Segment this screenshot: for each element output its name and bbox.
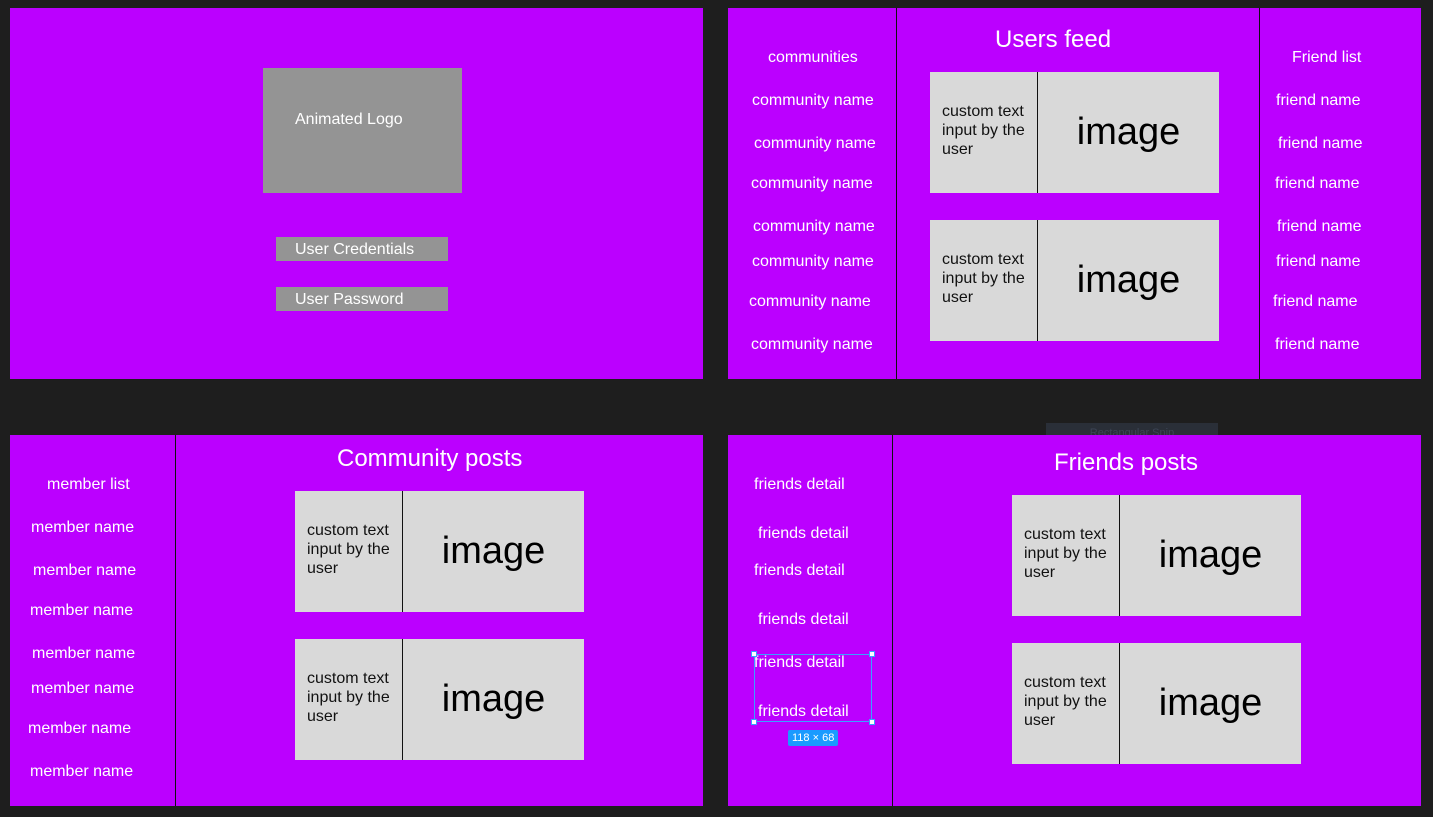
- resize-handle-top-right[interactable]: [869, 651, 875, 657]
- community-posts-frame: member list member name member name memb…: [10, 435, 703, 806]
- member-item[interactable]: member name: [31, 519, 134, 537]
- friends-post[interactable]: custom text input by the user image: [1012, 495, 1301, 616]
- friends-posts-frame: friends detail friends detail friends de…: [728, 435, 1421, 806]
- post-text: custom text input by the user: [942, 103, 1025, 158]
- community-posts-title: Community posts: [337, 445, 523, 472]
- user-credentials-label: User Credentials: [295, 241, 415, 258]
- post-text: custom text input by the user: [942, 251, 1025, 306]
- post-text: custom text input by the user: [307, 522, 390, 577]
- post-image: image: [1076, 111, 1181, 153]
- friend-item[interactable]: friend name: [1275, 336, 1360, 354]
- community-item[interactable]: community name: [749, 293, 871, 311]
- member-item[interactable]: member name: [30, 763, 133, 781]
- users-feed-frame: communities community name community nam…: [728, 8, 1421, 379]
- details-divider: [892, 435, 893, 806]
- user-credentials-field[interactable]: User Credentials: [276, 237, 448, 261]
- member-item[interactable]: member name: [28, 720, 131, 738]
- friends-posts-title: Friends posts: [1054, 449, 1199, 476]
- login-frame: Animated Logo User Credentials User Pass…: [10, 8, 703, 379]
- member-divider: [175, 435, 176, 806]
- community-item[interactable]: community name: [751, 336, 873, 354]
- friends-detail-item[interactable]: friends detail: [754, 562, 845, 580]
- friends-detail-item[interactable]: friends detail: [758, 525, 849, 543]
- feed-post[interactable]: custom text input by the user image: [930, 220, 1219, 341]
- member-item[interactable]: member name: [30, 602, 133, 620]
- resize-handle-bottom-right[interactable]: [869, 719, 875, 725]
- friends-detail-item[interactable]: friends detail: [758, 611, 849, 629]
- friend-item[interactable]: friend name: [1278, 135, 1363, 153]
- selection-size-badge: 118 × 68: [788, 730, 839, 746]
- selection-box[interactable]: [754, 654, 872, 722]
- community-post[interactable]: custom text input by the user image: [295, 491, 584, 612]
- post-image: image: [1076, 259, 1181, 301]
- community-item[interactable]: community name: [751, 175, 873, 193]
- user-password-field[interactable]: User Password: [276, 287, 448, 311]
- right-divider: [1259, 8, 1260, 379]
- post-image: image: [1158, 534, 1263, 576]
- users-feed-title: Users feed: [995, 26, 1112, 53]
- member-item[interactable]: member name: [32, 645, 135, 663]
- friends-post[interactable]: custom text input by the user image: [1012, 643, 1301, 764]
- user-password-label: User Password: [295, 291, 404, 308]
- community-item[interactable]: community name: [752, 253, 874, 271]
- feed-post[interactable]: custom text input by the user image: [930, 72, 1219, 193]
- member-item[interactable]: member name: [31, 680, 134, 698]
- community-post[interactable]: custom text input by the user image: [295, 639, 584, 760]
- post-image: image: [441, 530, 546, 572]
- friend-item[interactable]: friend name: [1275, 175, 1360, 193]
- resize-handle-top-left[interactable]: [751, 651, 757, 657]
- member-list-header: member list: [47, 476, 130, 493]
- communities-header: communities: [768, 49, 858, 66]
- friend-list-header: Friend list: [1292, 49, 1362, 66]
- resize-handle-bottom-left[interactable]: [751, 719, 757, 725]
- community-item[interactable]: community name: [752, 92, 874, 110]
- post-text: custom text input by the user: [1024, 526, 1107, 581]
- friend-item[interactable]: friend name: [1276, 253, 1361, 271]
- post-text: custom text input by the user: [1024, 674, 1107, 729]
- community-item[interactable]: community name: [754, 135, 876, 153]
- member-item[interactable]: member name: [33, 562, 136, 580]
- post-image: image: [441, 678, 546, 720]
- community-item[interactable]: community name: [753, 218, 875, 236]
- post-image: image: [1158, 682, 1263, 724]
- friend-item[interactable]: friend name: [1273, 293, 1358, 311]
- left-divider: [896, 8, 897, 379]
- friends-detail-item[interactable]: friends detail: [754, 476, 845, 494]
- friend-item[interactable]: friend name: [1277, 218, 1362, 236]
- friend-item[interactable]: friend name: [1276, 92, 1361, 110]
- post-text: custom text input by the user: [307, 670, 390, 725]
- logo-label: Animated Logo: [295, 111, 403, 128]
- animated-logo: Animated Logo: [263, 68, 462, 193]
